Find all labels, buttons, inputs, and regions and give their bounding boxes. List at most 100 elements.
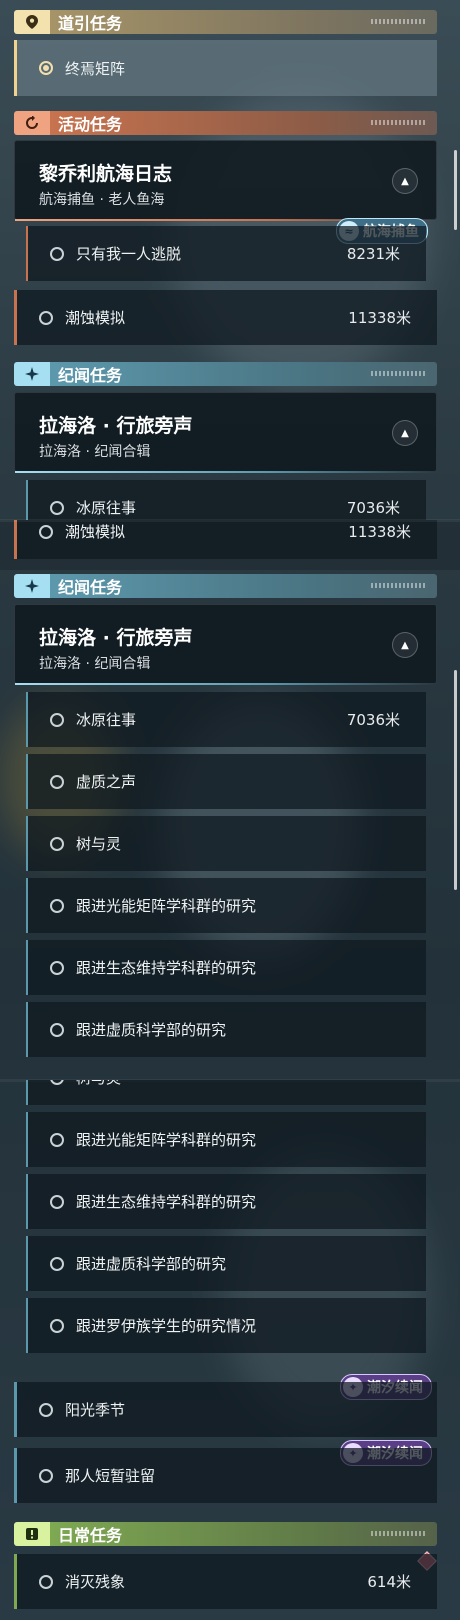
screenshot-segment-2: 潮蚀模拟 11338米 [0,520,460,570]
activity-quest-header[interactable]: 黎乔利航海日志 航海捕鱼 · 老人鱼海 ▲ [14,140,437,221]
quest-item-label: 树与灵 [76,1080,121,1088]
quest-distance: 614米 [367,1573,411,1591]
activity-quest-item[interactable]: 潮蚀模拟 11338米 [14,290,437,345]
chevron-up-icon[interactable]: ▲ [392,420,418,446]
radio-icon [50,1080,64,1085]
lore-title: 拉海洛 · 行旅旁声 [39,627,193,649]
screenshot-segment-4: 树与灵 跟进光能矩阵学科群的研究 跟进生态维持学科群的研究 跟进虚质科学部的研究… [0,1080,460,1620]
category-activity-header[interactable]: 活动任务 [14,111,437,135]
category-activity-label: 活动任务 [58,115,123,134]
quest-item-label: 潮蚀模拟 [65,523,126,541]
category-guide-header[interactable]: 道引任务 [14,10,437,34]
chevron-up-icon[interactable]: ▲ [392,632,418,658]
quest-distance: 7036米 [346,499,400,517]
radio-icon [39,1468,53,1483]
quest-distance: 11338米 [348,309,411,327]
radio-icon [50,1194,64,1209]
sparkle-icon [14,574,50,598]
decorative-stripe [371,1531,427,1536]
quest-item-label: 跟进生态维持学科群的研究 [76,959,257,977]
scrollbar-thumb[interactable] [454,150,457,230]
lore-quest-item[interactable]: 跟进生态维持学科群的研究 [26,940,426,995]
quest-item-label: 跟进虚质科学部的研究 [76,1255,227,1273]
radio-icon [50,960,64,975]
activity-quest-item[interactable]: 只有我一人逃脱 8231米 [26,226,426,281]
quest-item-label: 潮蚀模拟 [65,309,126,327]
chevron-up-icon[interactable]: ▲ [392,168,418,194]
radio-icon [39,310,53,325]
divider [0,519,460,522]
daily-quest-item[interactable]: 消灭残象 614米 [14,1554,437,1609]
screenshot-segment-1: 道引任务 终焉矩阵 活动任务 黎乔利航海日志 航海捕鱼 · 老人鱼海 ▲ ≈ 航… [0,0,460,520]
guide-quest-label: 终焉矩阵 [65,59,126,78]
radio-icon [50,1256,64,1271]
radio-icon [50,1132,64,1147]
quest-item-label: 那人短暂驻留 [65,1467,156,1485]
category-daily-header[interactable]: 日常任务 [14,1522,437,1546]
lore-quest-item[interactable]: 跟进罗伊族学生的研究情况 [26,1298,426,1353]
quest-item-label: 消灭残象 [65,1573,126,1591]
sparkle-icon [14,362,50,386]
screenshot-segment-3: 纪闻任务 拉海洛 · 行旅旁声 拉海洛 · 纪闻合辑 ▲ 冰原往事 7036米 … [0,570,460,1080]
lore-quest-item[interactable]: 跟进生态维持学科群的研究 [26,1174,426,1229]
lore-quest-header[interactable]: 拉海洛 · 行旅旁声 拉海洛 · 纪闻合辑 ▲ [14,392,437,473]
radio-icon [50,246,64,261]
lore-quest-item[interactable]: 跟进虚质科学部的研究 [26,1236,426,1291]
radio-icon [50,712,64,727]
radio-icon [50,1022,64,1037]
quest-item-label: 跟进虚质科学部的研究 [76,1021,227,1039]
lore-quest-header[interactable]: 拉海洛 · 行旅旁声 拉海洛 · 纪闻合辑 ▲ [14,604,437,685]
lore-tagged-quest-item[interactable]: 那人短暂驻留 [14,1448,437,1503]
lore-quest-item[interactable]: 跟进光能矩阵学科群的研究 [26,878,426,933]
lore-quest-item[interactable]: 冰原往事 7036米 [26,480,426,520]
radio-icon [50,500,64,515]
lore-subtitle: 拉海洛 · 纪闻合辑 [39,656,151,672]
activity-subtitle: 航海捕鱼 · 老人鱼海 [39,192,165,208]
lore-quest-item[interactable]: 树与灵 [26,1080,426,1105]
lore-quest-item[interactable]: 跟进虚质科学部的研究 [26,1002,426,1057]
scrollbar-thumb[interactable] [454,670,457,890]
lore-quest-item[interactable]: 虚质之声 [26,754,426,809]
quest-distance: 8231米 [346,245,400,263]
map-pin-icon [14,10,50,34]
quest-item-label: 跟进光能矩阵学科群的研究 [76,897,257,915]
lore-subtitle: 拉海洛 · 纪闻合辑 [39,444,151,460]
quest-item-label: 虚质之声 [76,773,137,791]
radio-icon [50,1318,64,1333]
category-lore-label: 纪闻任务 [58,366,123,385]
category-lore-label: 纪闻任务 [58,578,123,597]
quest-item-label: 冰原往事 [76,499,137,517]
refresh-arrow-icon [14,111,50,135]
lore-quest-item[interactable]: 树与灵 [26,816,426,871]
decorative-stripe [371,19,427,24]
decorative-stripe [371,583,427,588]
radio-icon [50,898,64,913]
decorative-stripe [371,120,427,125]
accent-rule [15,683,436,685]
lore-quest-item[interactable]: 冰原往事 7036米 [26,692,426,747]
decorative-stripe [371,371,427,376]
accent-rule [15,471,436,473]
lore-tagged-quest-item[interactable]: 阳光季节 [14,1382,437,1437]
radio-icon [39,1402,53,1417]
quest-item-label: 跟进罗伊族学生的研究情况 [76,1317,257,1335]
lore-quest-item[interactable]: 跟进光能矩阵学科群的研究 [26,1112,426,1167]
radio-selected-icon [39,61,53,75]
radio-icon [50,774,64,789]
quest-item-label: 阳光季节 [65,1401,126,1419]
quest-distance: 11338米 [348,523,411,541]
exclamation-icon [14,1522,50,1546]
guide-quest-item[interactable]: 终焉矩阵 [14,40,437,96]
quest-item-label: 跟进生态维持学科群的研究 [76,1193,257,1211]
activity-quest-item[interactable]: 潮蚀模拟 11338米 [14,520,437,559]
radio-icon [39,524,53,539]
category-daily-label: 日常任务 [58,1526,123,1545]
category-lore-header[interactable]: 纪闻任务 [14,574,437,598]
category-lore-header[interactable]: 纪闻任务 [14,362,437,386]
quest-item-label: 跟进光能矩阵学科群的研究 [76,1131,257,1149]
lore-title: 拉海洛 · 行旅旁声 [39,415,193,437]
radio-icon [39,1574,53,1589]
quest-item-label: 树与灵 [76,835,122,853]
quest-item-label: 只有我一人逃脱 [76,245,182,263]
radio-icon [50,836,64,851]
